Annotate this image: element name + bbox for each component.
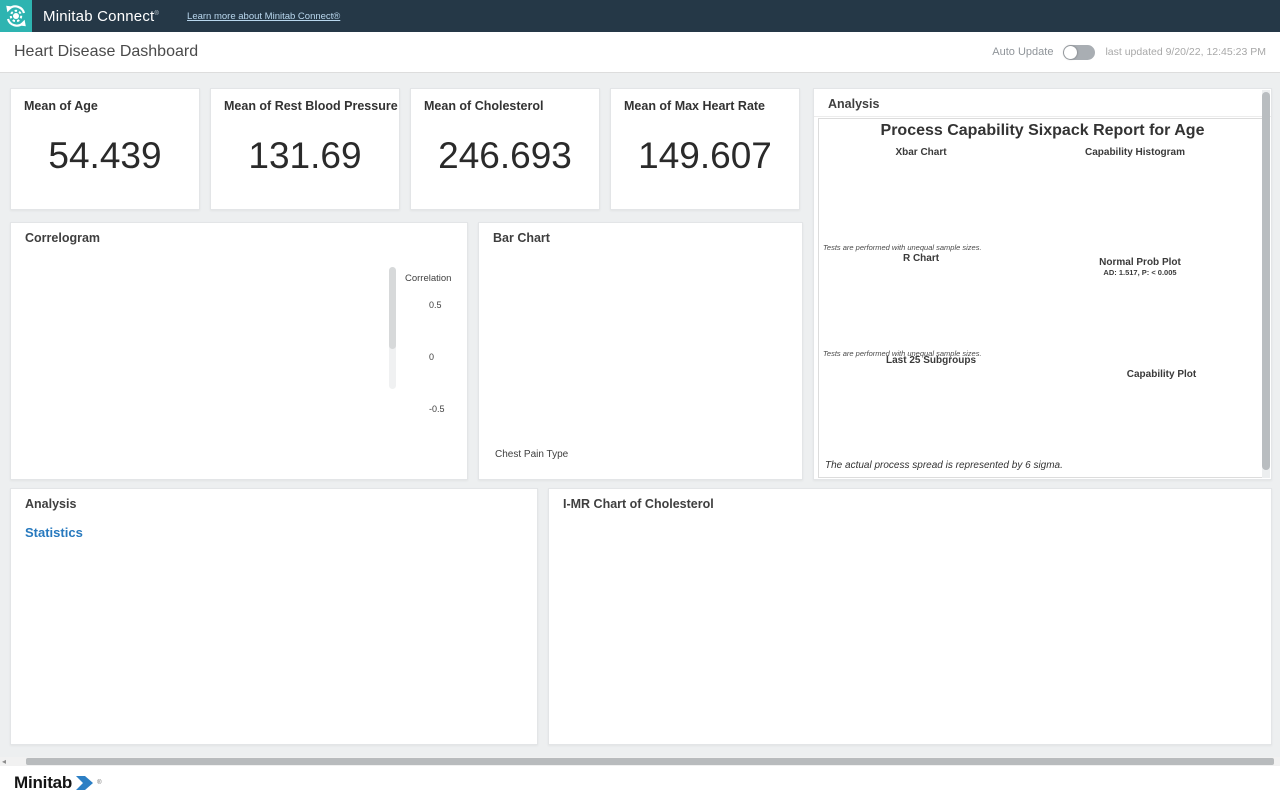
- capability-plot: [1059, 379, 1264, 475]
- kpi-value: 54.439: [11, 135, 199, 177]
- panel-title: Correlogram: [25, 231, 100, 245]
- normal-prob-plot-title: Normal Prob Plot: [1065, 257, 1215, 268]
- brand-title: Minitab Connect®: [43, 8, 159, 25]
- xbar-chart-title: Xbar Chart: [821, 147, 1021, 158]
- kpi-value: 131.69: [211, 135, 399, 177]
- correlogram-chart: [17, 251, 395, 475]
- analysis-statistics-panel: Analysis Statistics: [10, 488, 538, 745]
- scroll-left-arrow-icon[interactable]: ◂: [2, 757, 6, 766]
- panel-title: I-MR Chart of Cholesterol: [563, 497, 714, 511]
- imr-movingrange-chart: [555, 601, 1267, 739]
- kpi-card-mean-cholesterol: Mean of Cholesterol 246.693: [410, 88, 600, 210]
- statistics-heading: Statistics: [25, 525, 83, 540]
- auto-update-toggle[interactable]: [1063, 45, 1095, 60]
- imr-individual-chart: [555, 519, 1267, 599]
- bar-chart-legend: Chest Pain Type: [495, 449, 568, 463]
- kpi-label: Mean of Max Heart Rate: [624, 99, 765, 113]
- normal-prob-plot-subtitle: AD: 1.517, P: < 0.005: [1065, 268, 1215, 277]
- panel-title: Analysis: [828, 97, 879, 111]
- scrollbar-thumb[interactable]: [389, 267, 396, 349]
- kpi-value: 149.607: [611, 135, 799, 177]
- panel-title: Bar Chart: [493, 231, 550, 245]
- kpi-card-mean-rest-bp: Mean of Rest Blood Pressure 131.69: [210, 88, 400, 210]
- last-updated-text: last updated 9/20/22, 12:45:23 PM: [1105, 46, 1266, 58]
- normal-prob-plot: [1065, 279, 1223, 363]
- analysis-sixpack-panel: Analysis Process Capability Sixpack Repo…: [813, 88, 1272, 480]
- r-chart: [821, 263, 1063, 349]
- correlogram-panel: Correlogram Correlation 0.5 0 -0.5: [10, 222, 468, 480]
- sixpack-graph-region: Process Capability Sixpack Report for Ag…: [818, 118, 1267, 478]
- minitab-connect-logo-icon: [0, 0, 32, 32]
- page-header: Heart Disease Dashboard Auto Update last…: [0, 32, 1280, 73]
- divider: [814, 116, 1271, 117]
- sixpack-title: Process Capability Sixpack Report for Ag…: [819, 122, 1266, 140]
- sixpack-vertical-scrollbar[interactable]: [1262, 90, 1270, 478]
- kpi-card-mean-age: Mean of Age 54.439: [10, 88, 200, 210]
- kpi-label: Mean of Rest Blood Pressure: [224, 99, 398, 113]
- kpi-label: Mean of Age: [24, 99, 98, 113]
- correlation-legend-title: Correlation: [405, 273, 467, 284]
- minitab-chevron-icon: [76, 776, 93, 790]
- scrollbar-thumb[interactable]: [26, 758, 1274, 765]
- xbar-chart: [821, 159, 1063, 251]
- xbar-note: Tests are performed with unequal sample …: [823, 243, 982, 252]
- legend-tick: 0: [429, 352, 434, 362]
- legend-tick: 0.5: [429, 300, 442, 310]
- scrollbar-thumb[interactable]: [1262, 92, 1270, 470]
- correlogram-legend: Correlation 0.5 0 -0.5: [405, 273, 467, 426]
- horizontal-scrollbar[interactable]: ◂: [0, 757, 1280, 766]
- correlogram-scrollbar[interactable]: [389, 267, 396, 389]
- kpi-value: 246.693: [411, 135, 599, 177]
- bar-chart-panel: Bar Chart Chest Pain Type: [478, 222, 803, 480]
- capability-histogram: [1065, 157, 1195, 253]
- correlation-gradient: 0.5 0 -0.5: [405, 290, 467, 426]
- footer-brand-text: Minitab: [14, 773, 72, 793]
- auto-update-label: Auto Update: [992, 46, 1053, 58]
- legend-tick: -0.5: [429, 404, 445, 414]
- page-title: Heart Disease Dashboard: [14, 32, 198, 72]
- bar-legend-title: Chest Pain Type: [495, 449, 568, 460]
- kpi-label: Mean of Cholesterol: [424, 99, 543, 113]
- top-navbar: Minitab Connect® Learn more about Minita…: [0, 0, 1280, 32]
- page-footer: Minitab ®: [0, 766, 1280, 802]
- last25-chart: [821, 365, 1049, 459]
- sixpack-footnote: The actual process spread is represented…: [825, 460, 1063, 471]
- footer-brand-mark: ®: [97, 780, 101, 786]
- kpi-card-mean-max-hr: Mean of Max Heart Rate 149.607: [610, 88, 800, 210]
- bar-chart: [485, 249, 795, 449]
- minitab-footer-logo: Minitab ®: [14, 773, 102, 793]
- toggle-knob: [1064, 46, 1077, 59]
- panel-title: Analysis: [25, 497, 76, 511]
- imr-chart-panel: I-MR Chart of Cholesterol: [548, 488, 1272, 745]
- learn-more-link[interactable]: Learn more about Minitab Connect®: [187, 11, 340, 22]
